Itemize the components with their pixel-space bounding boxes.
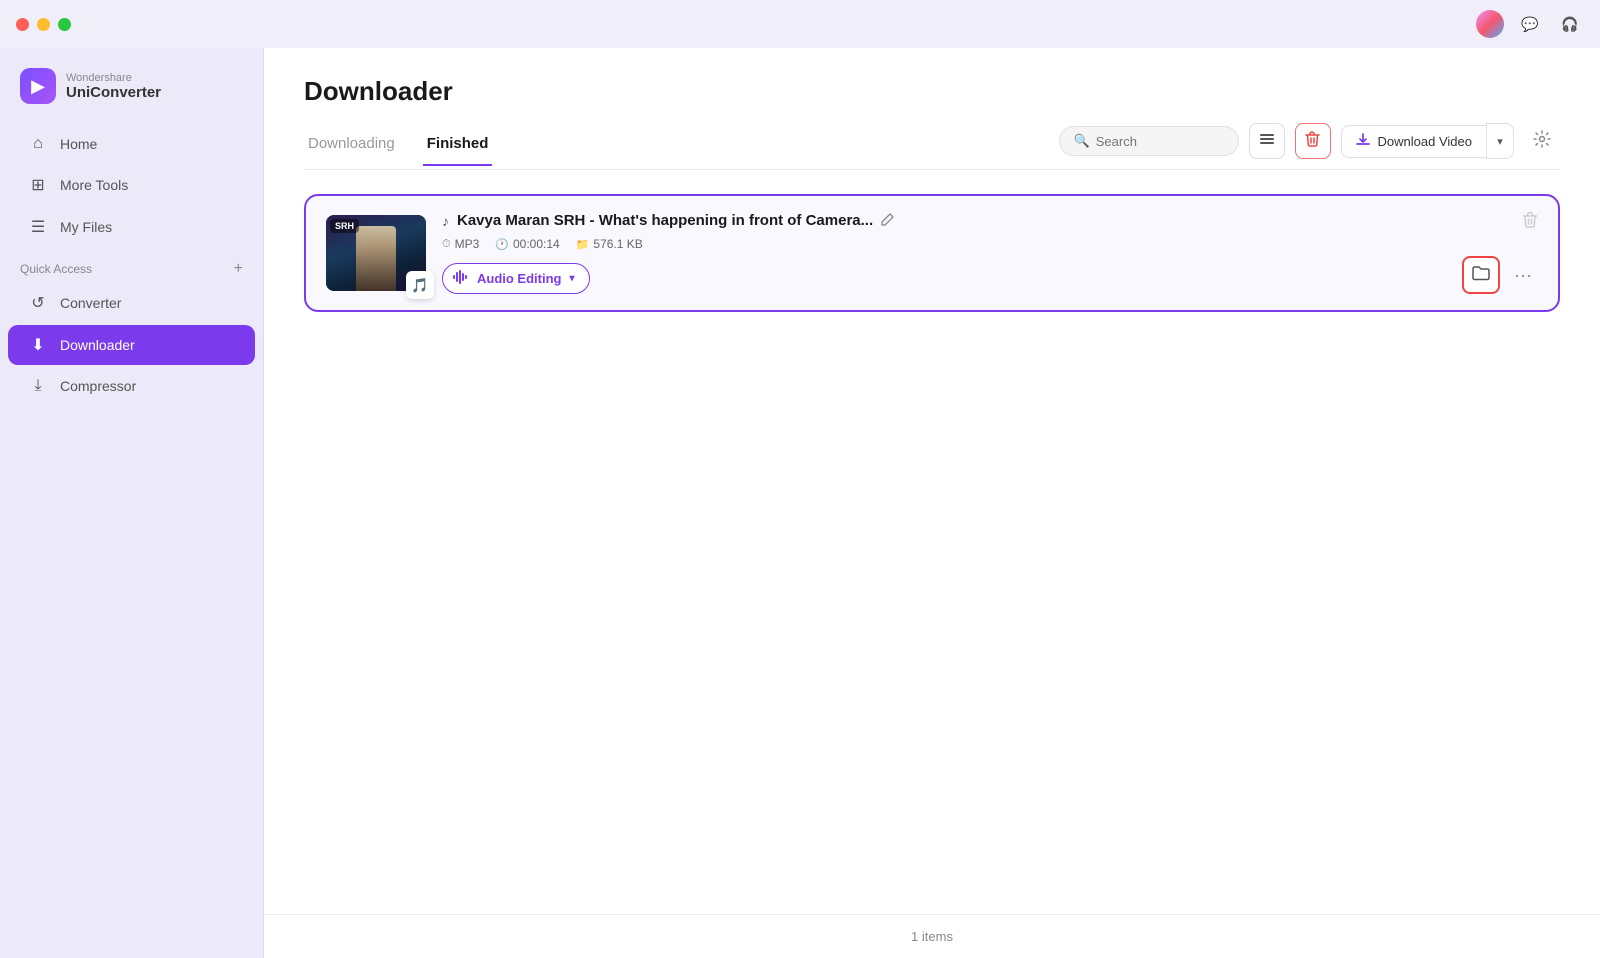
download-video-dropdown-button[interactable]: ▾	[1486, 123, 1514, 159]
sidebar: ▶ Wondershare UniConverter ⌂ Home ⊞ More…	[0, 48, 264, 958]
maximize-window-button[interactable]	[58, 18, 71, 31]
meta-format: ⏱ MP3	[442, 237, 479, 251]
download-icon	[1356, 133, 1370, 150]
tab-finished[interactable]: Finished	[423, 127, 493, 166]
thumbnail-logo: SRH	[330, 219, 359, 233]
gear-icon	[1533, 130, 1551, 153]
music-badge: 🎵	[406, 271, 434, 299]
file-meta: ⏱ MP3 🕐 00:00:14 📁 576.1 KB	[442, 237, 1446, 251]
file-music-icon: ♪	[442, 213, 449, 229]
files-icon: ☰	[28, 217, 48, 237]
chevron-down-icon: ▾	[1497, 135, 1503, 148]
tab-downloading[interactable]: Downloading	[304, 127, 399, 166]
file-info: ♪ Kavya Maran SRH - What's happening in …	[442, 212, 1446, 294]
audio-editing-label: Audio Editing	[477, 271, 561, 286]
converter-icon: ↺	[28, 293, 48, 313]
audio-editing-button[interactable]: Audio Editing ▾	[442, 263, 590, 294]
home-icon: ⌂	[28, 135, 48, 153]
tabs-toolbar: Downloading Finished 🔍	[304, 123, 1560, 170]
list-view-button[interactable]	[1249, 123, 1285, 159]
download-video-button[interactable]: Download Video	[1341, 125, 1486, 158]
sidebar-item-home[interactable]: ⌂ Home	[8, 125, 255, 163]
compressor-icon: ⤓	[28, 377, 48, 395]
logo-name: UniConverter	[66, 84, 161, 101]
downloader-icon: ⬇	[28, 335, 48, 355]
file-delete-button[interactable]	[1522, 212, 1538, 233]
toolbar: 🔍	[1059, 123, 1560, 169]
sidebar-item-downloader-label: Downloader	[60, 337, 135, 353]
delete-all-button[interactable]	[1295, 123, 1331, 159]
meta-duration: 🕐 00:00:14	[495, 237, 559, 251]
sidebar-item-my-files-label: My Files	[60, 219, 112, 235]
card-actions: ···	[1462, 212, 1538, 294]
logo-brand: Wondershare	[66, 72, 161, 84]
logo: ▶ Wondershare UniConverter	[0, 56, 263, 124]
meta-size: 📁 576.1 KB	[576, 237, 643, 251]
avatar-icon[interactable]	[1476, 10, 1504, 38]
page-title: Downloader	[304, 76, 1560, 107]
app-container: ▶ Wondershare UniConverter ⌂ Home ⊞ More…	[0, 48, 1600, 958]
settings-button[interactable]	[1524, 123, 1560, 159]
thumbnail-person	[356, 226, 396, 291]
chat-icon[interactable]: 💬	[1516, 10, 1544, 38]
sidebar-item-more-tools-label: More Tools	[60, 177, 128, 193]
sidebar-item-converter[interactable]: ↺ Converter	[8, 283, 255, 323]
quick-access-label: Quick Access +	[0, 248, 263, 282]
file-size: 576.1 KB	[593, 237, 642, 251]
music-badge-icon: 🎵	[411, 277, 428, 294]
sidebar-item-more-tools[interactable]: ⊞ More Tools	[8, 165, 255, 205]
audio-wave-icon	[453, 270, 469, 287]
close-window-button[interactable]	[16, 18, 29, 31]
titlebar: 💬 🎧	[0, 0, 1600, 48]
search-input[interactable]	[1096, 134, 1224, 149]
search-box[interactable]: 🔍	[1059, 126, 1239, 156]
main-content: Downloader Downloading Finished 🔍	[264, 48, 1600, 958]
clock-icon: 🕐	[495, 238, 509, 251]
search-icon: 🔍	[1074, 133, 1090, 149]
add-quick-access-button[interactable]: +	[234, 260, 243, 278]
format-icon: ⏱	[442, 238, 451, 251]
logo-icon: ▶	[20, 68, 56, 104]
main-header: Downloader Downloading Finished 🔍	[264, 48, 1600, 170]
tab-bar: Downloading Finished	[304, 127, 516, 166]
sidebar-item-compressor-label: Compressor	[60, 378, 136, 394]
window-controls[interactable]	[16, 18, 71, 31]
card-action-row: ···	[1462, 256, 1538, 294]
open-folder-button[interactable]	[1462, 256, 1500, 294]
trash-icon	[1305, 131, 1320, 151]
list-icon	[1259, 131, 1275, 151]
file-title: Kavya Maran SRH - What's happening in fr…	[457, 212, 873, 229]
grid-icon: ⊞	[28, 175, 48, 195]
sidebar-item-converter-label: Converter	[60, 295, 121, 311]
minimize-window-button[interactable]	[37, 18, 50, 31]
sidebar-item-my-files[interactable]: ☰ My Files	[8, 207, 255, 247]
content-area: SRH 🎵 ♪ Kavya Maran SRH - What's happeni…	[264, 170, 1600, 914]
logo-text: Wondershare UniConverter	[66, 72, 161, 101]
file-edit-icon[interactable]	[881, 213, 894, 229]
items-count: 1 items	[911, 929, 953, 944]
file-card: SRH 🎵 ♪ Kavya Maran SRH - What's happeni…	[304, 194, 1560, 312]
audio-editing-dropdown-icon: ▾	[569, 273, 574, 284]
sidebar-item-compressor[interactable]: ⤓ Compressor	[8, 367, 255, 405]
file-duration: 00:00:14	[513, 237, 560, 251]
sidebar-item-home-label: Home	[60, 136, 97, 152]
titlebar-right-icons: 💬 🎧	[1476, 10, 1584, 38]
headphone-icon[interactable]: 🎧	[1556, 10, 1584, 38]
download-video-label: Download Video	[1378, 134, 1472, 149]
ellipsis-icon: ···	[1514, 265, 1532, 286]
more-options-button[interactable]: ···	[1508, 260, 1538, 290]
file-format: MP3	[455, 237, 480, 251]
folder-open-icon	[1472, 265, 1490, 286]
folder-icon: 📁	[576, 238, 590, 251]
thumbnail-container: SRH 🎵	[326, 215, 426, 291]
footer: 1 items	[264, 914, 1600, 958]
download-video-btn-group[interactable]: Download Video ▾	[1341, 123, 1514, 159]
file-title-row: ♪ Kavya Maran SRH - What's happening in …	[442, 212, 1446, 229]
sidebar-item-downloader[interactable]: ⬇ Downloader	[8, 325, 255, 365]
